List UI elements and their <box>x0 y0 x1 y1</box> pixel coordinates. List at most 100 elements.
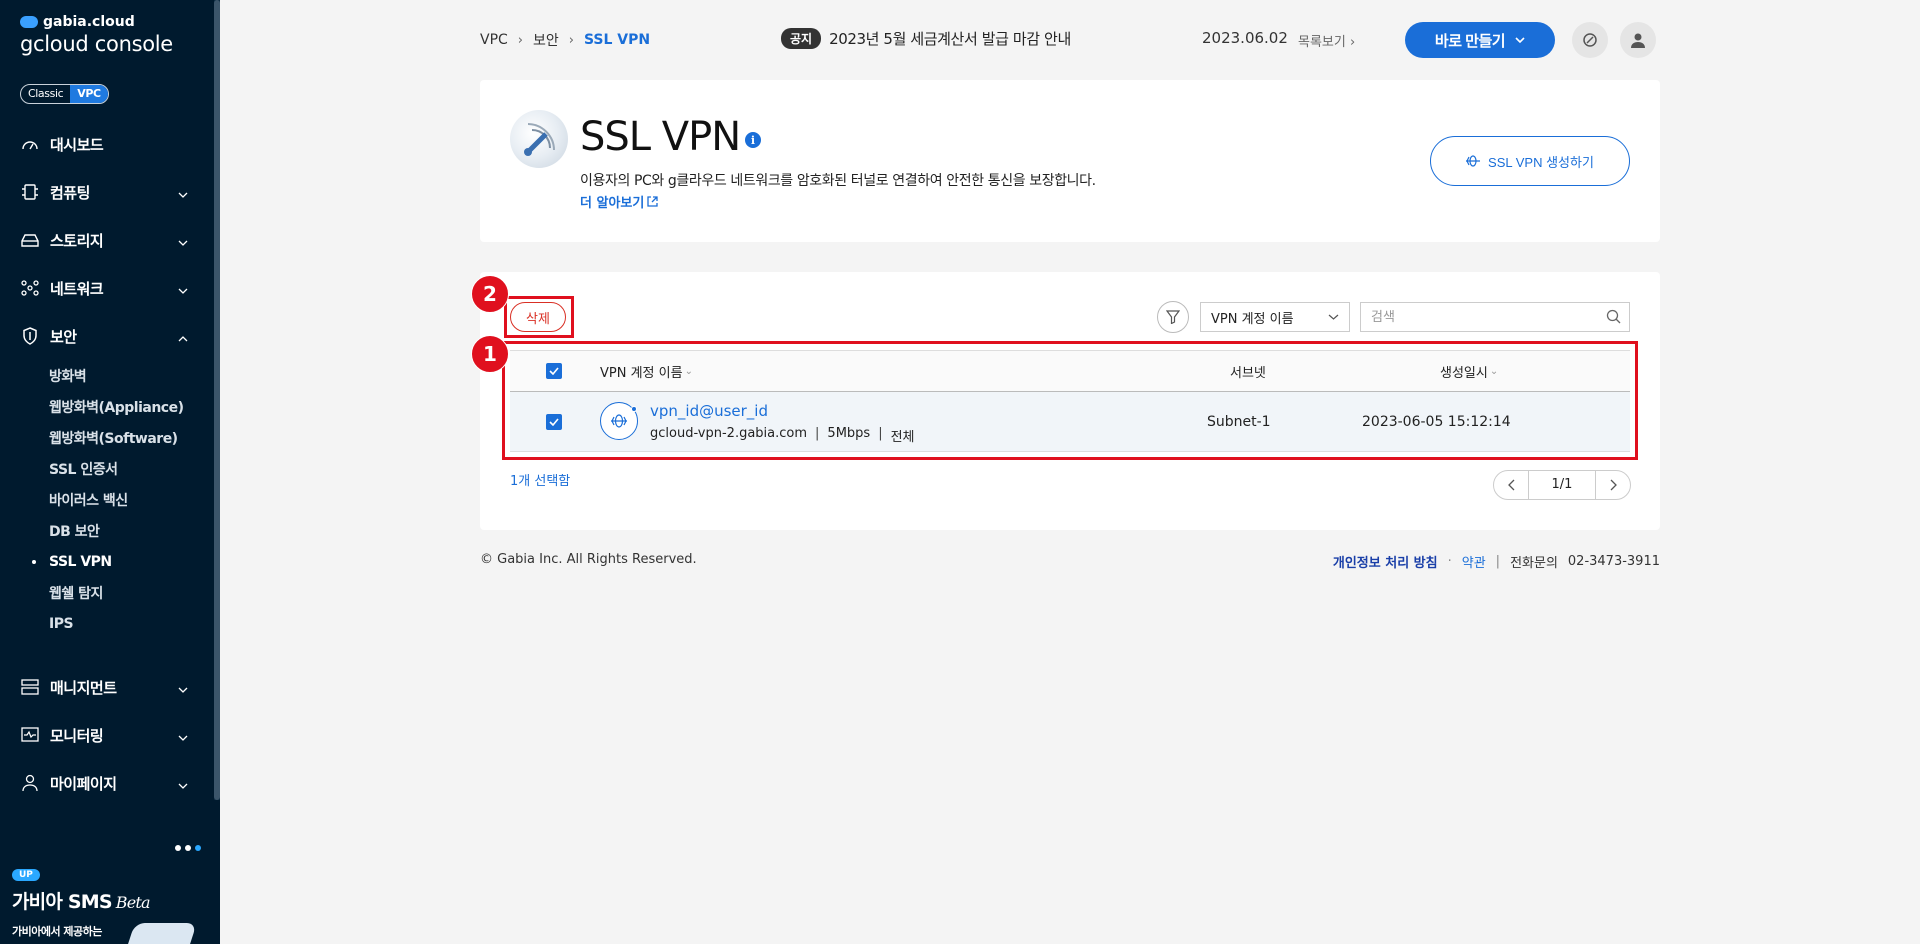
row-checkbox[interactable] <box>546 414 562 430</box>
vpn-account-meta: gcloud-vpn-2.gabia.com | 5Mbps | 전체 <box>650 426 915 445</box>
filter-button[interactable] <box>1157 301 1189 333</box>
table-row[interactable]: vpn_id@user_id gcloud-vpn-2.gabia.com | … <box>510 392 1630 452</box>
info-icon[interactable]: i <box>745 132 761 148</box>
footer-bar: | <box>1495 554 1501 569</box>
sidebar-item-computing[interactable]: 컴퓨팅 <box>0 168 214 216</box>
vpn-account-link[interactable]: vpn_id@user_id <box>650 402 768 420</box>
footer-dot: · <box>1447 554 1452 569</box>
user-icon <box>20 773 40 793</box>
promo-illustration <box>125 923 197 944</box>
notice[interactable]: 공지 2023년 5월 세금계산서 발급 마감 안내 <box>781 28 1071 49</box>
toggle-vpc[interactable]: VPC <box>70 85 108 103</box>
quick-create-button[interactable]: 바로 만들기 <box>1405 22 1555 58</box>
chevron-down-icon <box>178 282 188 298</box>
chevron-down-icon <box>178 234 188 250</box>
sidebar-subitem-antivirus[interactable]: 바이러스 백신 <box>49 484 214 515</box>
main-content: VPC › 보안 › SSL VPN 공지 2023년 5월 세금계산서 발급 … <box>220 0 1920 944</box>
sidebar-item-mypage[interactable]: 마이페이지 <box>0 759 214 807</box>
sort-icon: ⌄ <box>1489 365 1499 377</box>
chevron-left-icon <box>1507 479 1514 491</box>
platform-toggle[interactable]: Classic VPC <box>20 84 109 104</box>
learn-more-label: 더 알아보기 <box>580 196 645 211</box>
sidebar-item-network[interactable]: 네트워크 <box>0 264 214 312</box>
sidebar-subitem-ssl-cert[interactable]: SSL 인증서 <box>49 453 214 484</box>
terms-link[interactable]: 약관 <box>1462 552 1486 571</box>
chevron-down-icon <box>1328 314 1339 320</box>
create-ssl-vpn-button[interactable]: SSL VPN 생성하기 <box>1430 136 1630 186</box>
ssl-vpn-logo-icon <box>510 110 568 168</box>
chevron-down-icon <box>178 186 188 202</box>
annotation-marker-2: 2 <box>471 275 509 313</box>
chevron-down-icon <box>178 777 188 793</box>
sidebar-item-monitoring[interactable]: 모니터링 <box>0 711 214 759</box>
sidebar-item-label: 컴퓨팅 <box>50 183 90 202</box>
search-field-select[interactable]: VPN 계정 이름 <box>1200 302 1350 332</box>
page-description: 이용자의 PC와 g클라우드 네트워크를 암호화된 터널로 연결하여 안전한 통… <box>580 173 1096 189</box>
sidebar-subitem-waf-appliance[interactable]: 웹방화벽(Appliance) <box>49 391 214 422</box>
divider: | <box>878 426 883 441</box>
network-icon <box>20 278 40 298</box>
sidebar-subitem-ssl-vpn[interactable]: SSL VPN <box>32 546 214 577</box>
sidebar-item-dashboard[interactable]: 대시보드 <box>0 120 214 168</box>
sidebar-item-label: 대시보드 <box>50 135 104 154</box>
user-icon <box>1631 33 1645 48</box>
privacy-policy-link[interactable]: 개인정보 처리 방침 <box>1333 552 1438 571</box>
promo-banner[interactable]: UP 가비아 SMS Beta 가비아에서 제공하는 <box>0 845 214 944</box>
notice-text[interactable]: 2023년 5월 세금계산서 발급 마감 안내 <box>829 28 1071 49</box>
column-header-name[interactable]: VPN 계정 이름 ⌄ <box>600 362 693 381</box>
vpn-scope: 전체 <box>890 430 915 445</box>
toggle-classic[interactable]: Classic <box>21 85 70 103</box>
vpn-speed: 5Mbps <box>827 426 871 441</box>
chevron-right-icon: › <box>568 32 574 48</box>
brand-text: gabia.cloud <box>43 14 135 30</box>
vpn-icon <box>1466 155 1481 167</box>
chevron-down-icon <box>178 729 188 745</box>
column-header-created[interactable]: 생성일시 ⌄ <box>1440 362 1498 381</box>
storage-icon <box>20 230 40 250</box>
sidebar-item-label: 모니터링 <box>50 726 104 745</box>
sidebar-item-management[interactable]: 매니지먼트 <box>0 663 214 711</box>
external-link-icon <box>647 196 658 207</box>
profile-button[interactable] <box>1620 22 1656 58</box>
logo[interactable]: gabia.cloud gcloud console <box>20 14 173 56</box>
breadcrumb-vpc[interactable]: VPC <box>480 32 508 48</box>
sidebar-item-label: 스토리지 <box>50 231 104 250</box>
footer-links: 개인정보 처리 방침 · 약관 | 전화문의 02-3473-3911 <box>1333 552 1660 571</box>
sidebar-subitem-ips[interactable]: IPS <box>49 608 214 639</box>
chat-button[interactable] <box>1572 22 1608 58</box>
vpn-list-card: 삭제 VPN 계정 이름 VPN 계정 이름⌄ 서브넷 생성일시⌄ <box>480 272 1660 530</box>
sidebar: gabia.cloud gcloud console Classic VPC 대… <box>0 0 220 944</box>
delete-button[interactable]: 삭제 <box>510 302 566 332</box>
search-input[interactable] <box>1361 303 1581 331</box>
cloud-logo-icon <box>20 16 38 28</box>
sort-icon: ⌄ <box>684 365 693 377</box>
search-field-value: VPN 계정 이름 <box>1211 311 1294 327</box>
breadcrumb-security[interactable]: 보안 <box>533 30 559 50</box>
annotation-marker-1: 1 <box>471 335 509 373</box>
shield-icon <box>20 326 40 346</box>
phone-label: 전화문의 <box>1510 556 1558 571</box>
sidebar-subitem-firewall[interactable]: 방화벽 <box>49 360 214 391</box>
notice-list-link[interactable]: 목록보기 › <box>1298 31 1355 50</box>
phone-number: 02-3473-3911 <box>1567 554 1660 569</box>
promo-badge: UP <box>12 869 40 881</box>
carousel-dots[interactable] <box>175 845 201 851</box>
sidebar-item-label: 마이페이지 <box>50 774 117 793</box>
prev-page-button[interactable] <box>1494 470 1528 500</box>
divider: | <box>815 426 820 441</box>
create-ssl-vpn-label: SSL VPN 생성하기 <box>1488 154 1594 170</box>
learn-more-link[interactable]: 더 알아보기 <box>580 192 658 211</box>
sidebar-subitem-webshell[interactable]: 웹쉘 탐지 <box>49 577 214 608</box>
sidebar-item-security[interactable]: 보안 <box>0 312 214 360</box>
brand: gabia.cloud <box>20 14 173 30</box>
sidebar-subitem-db-security[interactable]: DB 보안 <box>49 515 214 546</box>
breadcrumb-current: SSL VPN <box>583 32 651 48</box>
row-created: 2023-06-05 15:12:14 <box>1362 414 1511 430</box>
select-all-checkbox[interactable] <box>546 363 562 379</box>
search-icon[interactable] <box>1606 309 1621 328</box>
quick-create-label: 바로 만들기 <box>1434 32 1506 50</box>
monitor-icon <box>20 725 40 745</box>
next-page-button[interactable] <box>1596 470 1630 500</box>
sidebar-item-storage[interactable]: 스토리지 <box>0 216 214 264</box>
sidebar-subitem-waf-software[interactable]: 웹방화벽(Software) <box>49 422 214 453</box>
